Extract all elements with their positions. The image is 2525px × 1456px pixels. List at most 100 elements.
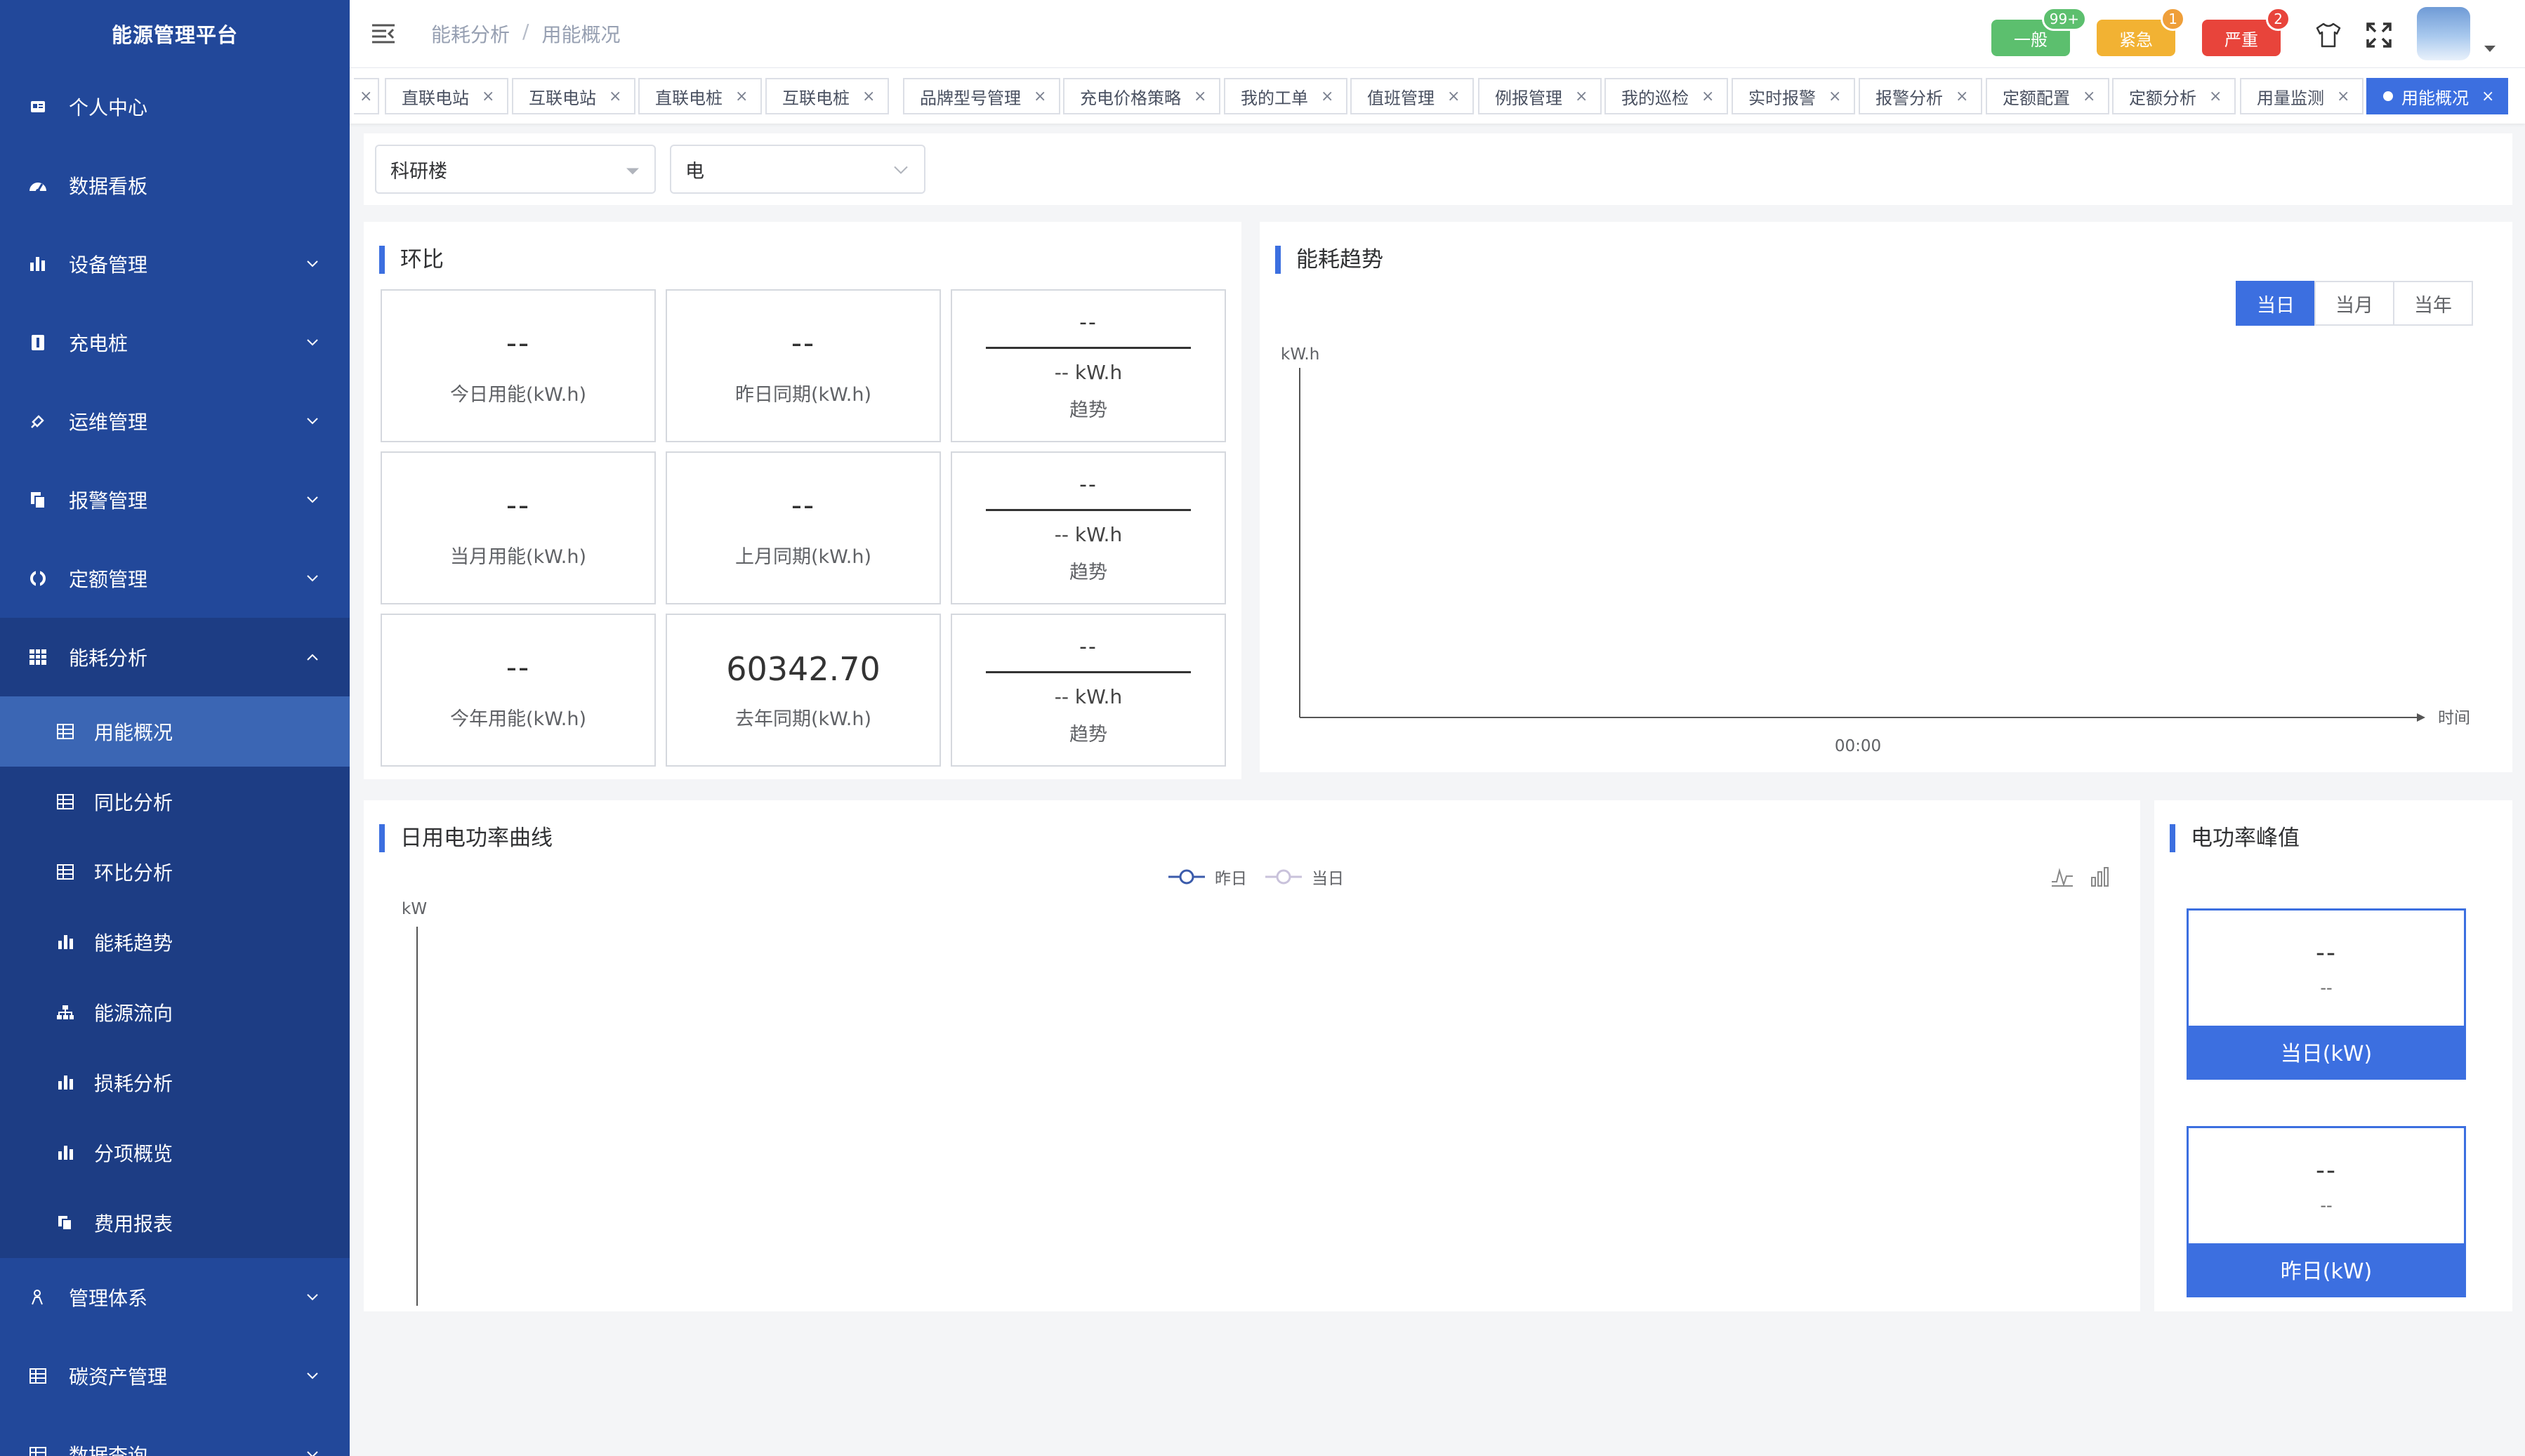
card-label: 去年同期(kW.h)	[735, 708, 871, 730]
menu-fold-icon[interactable]	[371, 21, 396, 46]
close-icon[interactable]: ×	[609, 88, 621, 105]
sidebar-subitem-itemized[interactable]: 分项概览	[0, 1118, 350, 1188]
trend-value: -- kW.h	[1054, 685, 1123, 708]
sidebar-subitem-loss[interactable]: 损耗分析	[0, 1047, 350, 1118]
copy-icon	[25, 487, 51, 512]
close-icon[interactable]: ×	[2083, 88, 2095, 105]
sidebar-item-energy-analysis[interactable]: 能耗分析	[0, 618, 350, 696]
sidebar-item-label: 环比分析	[94, 861, 173, 885]
tab-direct-station[interactable]: 直联电站 ×	[385, 78, 509, 114]
sidebar-item-label: 设备管理	[69, 253, 148, 277]
panel-title: 电功率峰值	[2170, 824, 2300, 852]
close-icon[interactable]: ×	[1828, 88, 1841, 105]
tab-interconnect-pile[interactable]: 互联电桩 ×	[765, 78, 890, 114]
period-month-button[interactable]: 当月	[2314, 281, 2394, 326]
sidebar-item-label: 分项概览	[94, 1142, 173, 1165]
app-title: 能源管理平台	[111, 23, 238, 47]
tab-quota-config[interactable]: 定额配置 ×	[1986, 78, 2110, 114]
building-select[interactable]: 科研楼	[375, 145, 656, 194]
tab-duty[interactable]: 值班管理 ×	[1350, 78, 1475, 114]
alert-urgent-button[interactable]: 紧急 1	[2097, 7, 2185, 56]
sidebar-item-label: 个人中心	[69, 96, 148, 119]
bar-chart-icon	[55, 932, 76, 953]
sidebar-item-label: 能源流向	[94, 1002, 173, 1025]
tab-direct-pile[interactable]: 直联电桩 ×	[638, 78, 763, 114]
close-icon[interactable]: ×	[2481, 88, 2494, 105]
breadcrumb-item[interactable]: 能耗分析	[431, 20, 510, 48]
sidebar-item-carbon[interactable]: 碳资产管理	[0, 1337, 350, 1415]
tab-energy-overview[interactable]: 用能概况 ×	[2366, 78, 2509, 114]
close-icon[interactable]: ×	[1194, 88, 1206, 105]
table-icon	[55, 721, 76, 742]
sidebar-subitem-cost[interactable]: 费用报表	[0, 1188, 350, 1258]
sidebar-item-devices[interactable]: 设备管理	[0, 225, 350, 303]
close-icon[interactable]: ×	[1034, 88, 1046, 105]
sidebar-item-management[interactable]: 管理体系	[0, 1258, 350, 1337]
y-axis-unit: kW	[402, 900, 427, 918]
alert-severe-button[interactable]: 严重 2	[2202, 7, 2290, 56]
sidebar-item-alarms[interactable]: 报警管理	[0, 461, 350, 539]
energy-type-select[interactable]: 电	[670, 145, 925, 194]
sidebar-subitem-yoy[interactable]: 同比分析	[0, 767, 350, 837]
sidebar-subitem-flow[interactable]: 能源流向	[0, 977, 350, 1047]
tab-realtime-alarm[interactable]: 实时报警 ×	[1732, 78, 1856, 114]
tab-interconnect-station[interactable]: 互联电站 ×	[512, 78, 636, 114]
close-icon[interactable]: ×	[2209, 88, 2222, 105]
sidebar-item-dashboard[interactable]: 数据看板	[0, 146, 350, 225]
close-icon[interactable]: ×	[735, 88, 748, 105]
theme-shirt-icon[interactable]	[2314, 21, 2342, 49]
close-icon[interactable]: ×	[482, 88, 494, 105]
close-icon[interactable]: ×	[1321, 88, 1333, 105]
caret-down-icon[interactable]	[2484, 42, 2496, 55]
card-value: --	[506, 488, 531, 522]
tab-my-orders[interactable]: 我的工单 ×	[1224, 78, 1348, 114]
close-icon[interactable]: ×	[1956, 88, 1968, 105]
y-axis-unit: kW.h	[1281, 345, 1319, 364]
sidebar-item-quota[interactable]: 定额管理	[0, 539, 350, 618]
sidebar-item-label: 充电桩	[69, 332, 128, 355]
sidebar-subitem-mom[interactable]: 环比分析	[0, 837, 350, 907]
tab-brand-model[interactable]: 品牌型号管理 ×	[903, 78, 1061, 114]
fullscreen-icon[interactable]	[2365, 21, 2393, 49]
energy-trend-panel: 能耗趋势 当日 当月 当年 kW.h 时间 00:00	[1260, 222, 2512, 772]
sidebar-item-query[interactable]: 数据查询	[0, 1415, 350, 1456]
sidebar-item-label: 碳资产管理	[69, 1365, 168, 1389]
alert-normal-button[interactable]: 一般 99+	[1991, 7, 2087, 56]
legend-yesterday-marker[interactable]	[1168, 868, 1205, 886]
card-label: 昨日同期(kW.h)	[735, 384, 871, 406]
period-year-button[interactable]: 当年	[2393, 281, 2473, 326]
sidebar-subitem-overview[interactable]: 用能概况	[0, 696, 350, 767]
tab-overflow-partial[interactable]: ×	[354, 78, 379, 114]
period-today-button[interactable]: 当日	[2236, 281, 2316, 326]
tab-alarm-analysis[interactable]: 报警分析 ×	[1859, 78, 1983, 114]
tab-charging-price[interactable]: 充电价格策略 ×	[1063, 78, 1221, 114]
close-icon[interactable]: ×	[1701, 88, 1714, 105]
close-icon[interactable]: ×	[1575, 88, 1588, 105]
sidebar-item-charger[interactable]: 充电桩	[0, 303, 350, 382]
tab-usage-monitor[interactable]: 用量监测 ×	[2240, 78, 2364, 114]
sidebar-item-maintenance[interactable]: 运维管理	[0, 382, 350, 461]
chevron-down-icon	[305, 1290, 320, 1305]
card-label: 今日用能(kW.h)	[450, 384, 586, 406]
tab-label: 充电价格策略	[1080, 88, 1181, 108]
chevron-down-icon	[305, 492, 320, 508]
legend-today-marker[interactable]	[1265, 868, 1302, 886]
close-icon[interactable]: ×	[360, 88, 372, 105]
tab-quota-analysis[interactable]: 定额分析 ×	[2112, 78, 2236, 114]
tab-report[interactable]: 例报管理 ×	[1478, 78, 1602, 114]
tab-inspection[interactable]: 我的巡检 ×	[1604, 78, 1729, 114]
peak-value: --	[2316, 939, 2337, 967]
table-icon	[25, 1442, 51, 1456]
chevron-down-icon	[305, 1368, 320, 1384]
tab-label: 用能概况	[2401, 88, 2469, 108]
close-icon[interactable]: ×	[1447, 88, 1460, 105]
sitemap-icon	[55, 1002, 76, 1023]
sidebar-subitem-trend[interactable]: 能耗趋势	[0, 907, 350, 977]
close-icon[interactable]: ×	[2337, 88, 2349, 105]
alert-label: 一般	[2014, 29, 2048, 50]
close-icon[interactable]: ×	[862, 88, 875, 105]
sidebar-item-personal[interactable]: 个人中心	[0, 67, 350, 146]
user-avatar[interactable]	[2417, 7, 2470, 60]
peak-label: 当日(kW)	[2189, 1026, 2464, 1078]
sidebar-item-label: 同比分析	[94, 791, 173, 814]
